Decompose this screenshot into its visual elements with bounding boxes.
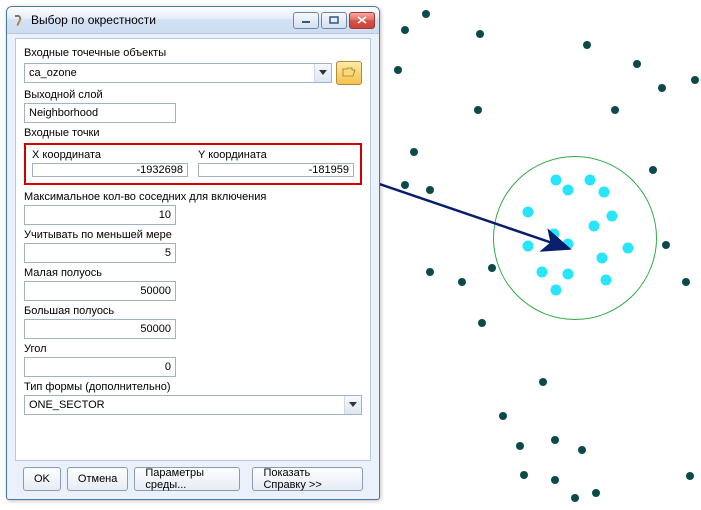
minor-axis-label: Малая полуось xyxy=(24,267,362,279)
data-point-dark xyxy=(662,241,670,249)
data-point-dark xyxy=(410,148,418,156)
titlebar[interactable]: Выбор по окрестности xyxy=(7,7,379,34)
data-point-dark xyxy=(426,186,434,194)
coords-highlight-box: X координата Y координата xyxy=(24,143,362,185)
y-coord-input[interactable] xyxy=(198,163,354,177)
dialog-title: Выбор по окрестности xyxy=(31,13,293,27)
data-point-dark xyxy=(516,442,524,450)
shape-type-label: Тип формы (дополнительно) xyxy=(24,381,362,393)
input-coords-header: Входные точки xyxy=(24,127,362,139)
data-point-dark xyxy=(551,436,559,444)
data-point-dark xyxy=(686,472,694,480)
folder-open-icon xyxy=(342,66,356,81)
maximize-button[interactable] xyxy=(321,12,347,29)
data-point-dark xyxy=(422,10,430,18)
min-neighbors-input[interactable] xyxy=(24,243,176,263)
data-point-dark xyxy=(488,264,496,272)
data-point-dark xyxy=(551,476,559,484)
button-bar: OK Отмена Параметры среды... Показать Сп… xyxy=(15,461,371,497)
minimize-button[interactable] xyxy=(293,12,319,29)
major-axis-input[interactable] xyxy=(24,319,176,339)
dialog-window: Выбор по окрестности Входные точечные об… xyxy=(6,6,380,500)
angle-input[interactable] xyxy=(24,357,176,377)
close-button[interactable] xyxy=(349,12,375,29)
neighborhood-circle xyxy=(493,156,657,320)
output-layer-input[interactable] xyxy=(24,103,176,123)
data-point-dark xyxy=(583,41,591,49)
input-points-value: ca_ozone xyxy=(29,67,314,79)
data-point-dark xyxy=(658,84,666,92)
data-point-dark xyxy=(458,278,466,286)
scene: Выбор по окрестности Входные точечные об… xyxy=(0,0,701,510)
data-point-dark xyxy=(611,106,619,114)
data-point-dark xyxy=(478,319,486,327)
data-point-dark xyxy=(499,412,507,420)
chevron-down-icon xyxy=(344,396,361,414)
angle-label: Угол xyxy=(24,343,362,355)
shape-type-value: ONE_SECTOR xyxy=(29,399,344,411)
data-point-dark xyxy=(592,489,600,497)
minor-axis-input[interactable] xyxy=(24,281,176,301)
max-neighbors-label: Максимальное кол-во соседних для включен… xyxy=(24,191,362,203)
min-neighbors-label: Учитывать по меньшей мере xyxy=(24,229,362,241)
shape-type-select[interactable]: ONE_SECTOR xyxy=(24,395,362,415)
data-point-dark xyxy=(633,60,641,68)
window-controls xyxy=(293,12,375,29)
data-point-dark xyxy=(682,278,690,286)
output-layer-label: Выходной слой xyxy=(24,89,362,101)
hammer-icon xyxy=(13,13,27,27)
data-point-dark xyxy=(401,181,409,189)
data-point-dark xyxy=(571,494,579,502)
chevron-down-icon xyxy=(314,64,331,82)
x-coord-label: X координата xyxy=(32,149,188,161)
data-point-dark xyxy=(520,471,528,479)
show-help-button[interactable]: Показать Справку >> xyxy=(252,467,363,491)
browse-button[interactable] xyxy=(336,61,362,85)
data-point-dark xyxy=(649,166,657,174)
y-coord-label: Y координата xyxy=(198,149,354,161)
input-points-label: Входные точечные объекты xyxy=(24,47,362,59)
form-panel: Входные точечные объекты ca_ozone xyxy=(15,38,371,461)
data-point-dark xyxy=(691,76,699,84)
data-point-dark xyxy=(539,378,547,386)
ok-button[interactable]: OK xyxy=(23,467,61,491)
x-coord-input[interactable] xyxy=(32,163,188,177)
data-point-dark xyxy=(426,268,434,276)
dialog-body: Входные точечные объекты ca_ozone xyxy=(7,34,379,499)
max-neighbors-input[interactable] xyxy=(24,205,176,225)
environments-button[interactable]: Параметры среды... xyxy=(134,467,240,491)
data-point-dark xyxy=(578,446,586,454)
data-point-dark xyxy=(474,106,482,114)
input-points-select[interactable]: ca_ozone xyxy=(24,63,332,83)
data-point-dark xyxy=(476,30,484,38)
major-axis-label: Большая полуось xyxy=(24,305,362,317)
data-point-dark xyxy=(401,26,409,34)
data-point-dark xyxy=(394,66,402,74)
cancel-button[interactable]: Отмена xyxy=(67,467,128,491)
